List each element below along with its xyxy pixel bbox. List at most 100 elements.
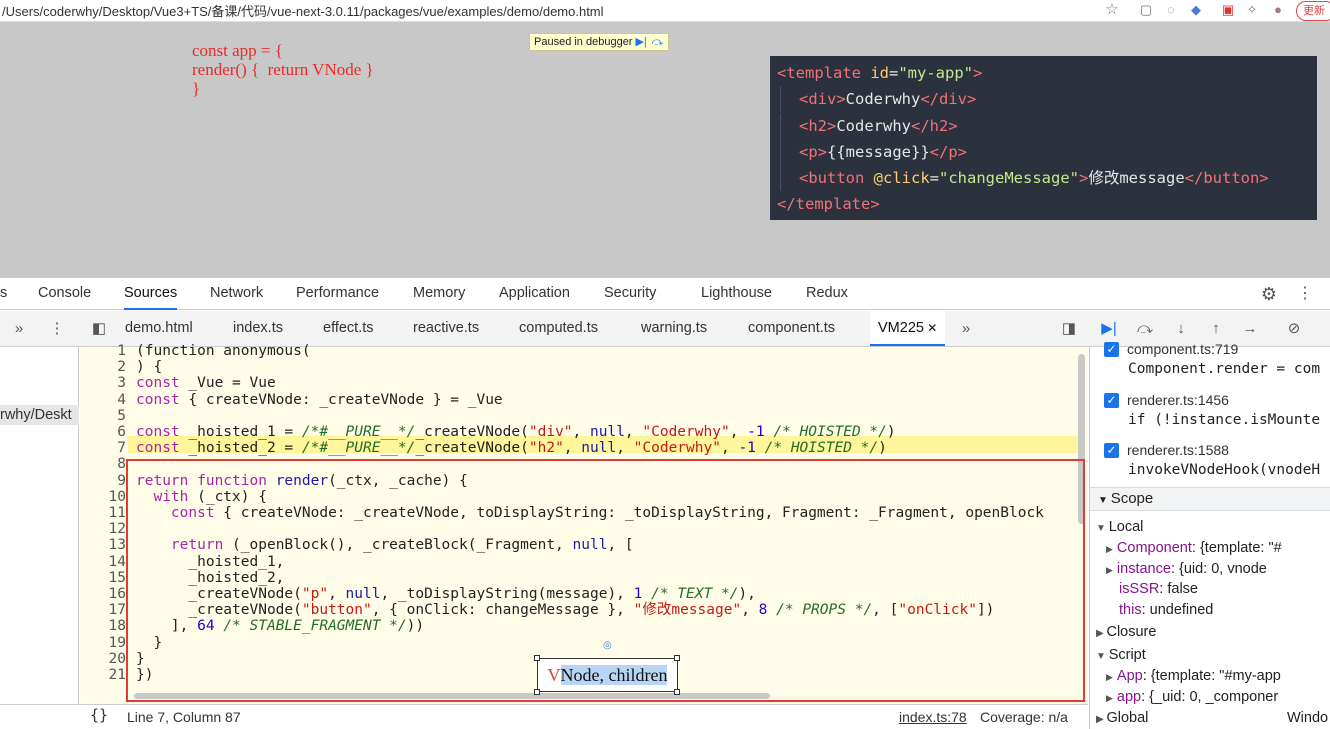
line-number[interactable]: 21	[80, 667, 126, 683]
code-token: _createVNode(	[415, 424, 529, 440]
update-button[interactable]: 更新	[1296, 1, 1330, 21]
tab-performance[interactable]: Performance	[296, 278, 379, 310]
file-navigator	[0, 347, 79, 704]
file-tab[interactable]: index.ts	[233, 311, 283, 346]
step-over-icon[interactable]: ⤼	[651, 34, 664, 50]
line-number[interactable]: 7	[80, 440, 126, 456]
line-number[interactable]: 5	[80, 408, 126, 424]
tab-sources[interactable]: Sources	[124, 278, 178, 310]
toggle-debugger-icon[interactable]: ◨	[1058, 318, 1080, 340]
breakpoint-file[interactable]: renderer.ts:1456	[1127, 392, 1229, 408]
more-tabs-chevron-icon[interactable]: »	[8, 318, 30, 340]
template-token: <div>	[799, 90, 846, 109]
file-tab[interactable]: VM225 ✕	[870, 311, 946, 346]
line-number[interactable]: 1	[80, 343, 126, 359]
breakpoint-checkbox[interactable]: ✓	[1104, 393, 1119, 408]
resize-handle[interactable]	[534, 655, 540, 661]
toggle-navigator-icon[interactable]: ◧	[88, 318, 110, 340]
extension-icon[interactable]: ▢	[1138, 2, 1154, 18]
step-out-icon[interactable]: ↑	[1205, 318, 1227, 340]
line-number[interactable]: 4	[80, 392, 126, 408]
url-text[interactable]: /Users/coderwhy/Desktop/Vue3+TS/备课/代码/vu…	[2, 1, 604, 20]
step-over-icon[interactable]: ⤼	[1134, 318, 1156, 340]
scope-closure[interactable]: ▶ Closure	[1096, 622, 1156, 644]
file-tab[interactable]: component.ts	[748, 311, 835, 346]
extension-icon[interactable]: ◌	[1163, 2, 1179, 18]
file-tab-label: demo.html	[125, 320, 193, 336]
line-number[interactable]: 20	[80, 651, 126, 667]
line-number[interactable]: 12	[80, 521, 126, 537]
step-into-icon[interactable]: ↓	[1170, 318, 1192, 340]
extension-icon[interactable]: ▣	[1220, 2, 1236, 18]
tab-application[interactable]: Application	[499, 278, 570, 310]
breakpoint-file[interactable]: component.ts:719	[1127, 341, 1238, 357]
line-number[interactable]: 13	[80, 537, 126, 553]
puzzle-icon[interactable]: ✧	[1244, 2, 1260, 18]
line-number[interactable]: 6	[80, 424, 126, 440]
line-number[interactable]: 16	[80, 586, 126, 602]
scope-variable[interactable]: this: undefined	[1119, 600, 1213, 620]
scope-section-header[interactable]: ▼ Scope	[1090, 487, 1330, 511]
tab-console[interactable]: Console	[38, 278, 91, 310]
more-files-chevron-icon[interactable]: »	[955, 318, 977, 340]
scope-variable[interactable]: ▶ instance: {uid: 0, vnode	[1106, 559, 1267, 580]
file-tab[interactable]: reactive.ts	[413, 311, 479, 346]
source-link[interactable]: index.ts:78	[899, 701, 967, 729]
line-number[interactable]: 14	[80, 554, 126, 570]
scope-variable[interactable]: ▶ Component: {template: "#	[1106, 538, 1282, 559]
extension-icon[interactable]: ◆	[1188, 2, 1204, 18]
line-number[interactable]: 15	[80, 570, 126, 586]
line-number[interactable]: 17	[80, 602, 126, 618]
line-number[interactable]: 11	[80, 505, 126, 521]
scope-variable[interactable]: ▶ App: {template: "#my-app	[1106, 666, 1281, 687]
annotation-textbox: VNode, children	[537, 658, 678, 692]
resize-handle[interactable]	[674, 655, 680, 661]
template-indent-guide: <h2>Coderwhy</h2>	[780, 112, 1317, 139]
line-number[interactable]: 19	[80, 635, 126, 651]
variable-name: Component	[1116, 540, 1192, 556]
tab-network[interactable]: Network	[210, 278, 263, 310]
tab-memory[interactable]: Memory	[413, 278, 465, 310]
line-number[interactable]: 18	[80, 618, 126, 634]
scope-variable[interactable]: isSSR: false	[1119, 579, 1198, 599]
line-number[interactable]: 10	[80, 489, 126, 505]
code-token: { createVNode: _createVNode } = _Vue	[179, 391, 503, 408]
close-tab-icon[interactable]: ✕	[924, 321, 937, 335]
breakpoint-checkbox[interactable]: ✓	[1104, 342, 1119, 357]
line-number[interactable]: 9	[80, 473, 126, 489]
deactivate-breakpoints-icon[interactable]: ⊘	[1283, 318, 1305, 340]
settings-gear-icon[interactable]: ⚙	[1258, 283, 1280, 305]
tab-redux[interactable]: Redux	[806, 278, 848, 310]
resize-handle[interactable]	[674, 689, 680, 695]
file-tab[interactable]: demo.html	[125, 311, 193, 346]
navigator-item[interactable]: rwhy/Deskt	[0, 405, 79, 425]
resize-handle[interactable]	[534, 689, 540, 695]
scope-local[interactable]: ▼ Local	[1096, 517, 1143, 539]
more-options-icon[interactable]: ⋮	[1294, 283, 1316, 305]
avatar[interactable]: ●	[1270, 2, 1286, 18]
scope-variable[interactable]: ▶ app: {_uid: 0, _componer	[1106, 687, 1278, 708]
tab-s[interactable]: s	[0, 278, 7, 310]
file-tab[interactable]: effect.ts	[323, 311, 374, 346]
scope-script[interactable]: ▼ Script	[1096, 645, 1146, 667]
breakpoint-file[interactable]: renderer.ts:1588	[1127, 442, 1229, 458]
note-line: const app = {	[192, 41, 283, 60]
file-tab[interactable]: computed.ts	[519, 311, 598, 346]
scope-global[interactable]: ▶ Global	[1096, 708, 1148, 729]
line-number[interactable]: 8	[80, 456, 126, 472]
address-bar[interactable]: /Users/coderwhy/Desktop/Vue3+TS/备课/代码/vu…	[0, 0, 1330, 22]
breakpoint-checkbox[interactable]: ✓	[1104, 443, 1119, 458]
template-token: id	[861, 64, 889, 82]
step-icon[interactable]: →	[1239, 318, 1261, 340]
line-number[interactable]: 3	[80, 375, 126, 391]
tab-lighthouse[interactable]: Lighthouse	[701, 278, 772, 310]
variable-name: this	[1119, 601, 1142, 618]
tab-security[interactable]: Security	[604, 278, 656, 310]
line-number[interactable]: 2	[80, 359, 126, 375]
resume-icon[interactable]: ▶|	[1098, 318, 1120, 340]
resume-icon[interactable]: ▶|	[635, 34, 648, 50]
pretty-print-button[interactable]: {}	[90, 699, 108, 729]
more-options-icon[interactable]: ⋮	[46, 318, 68, 340]
file-tab[interactable]: warning.ts	[641, 311, 707, 346]
bookmark-star-icon[interactable]: ☆	[1104, 2, 1120, 18]
